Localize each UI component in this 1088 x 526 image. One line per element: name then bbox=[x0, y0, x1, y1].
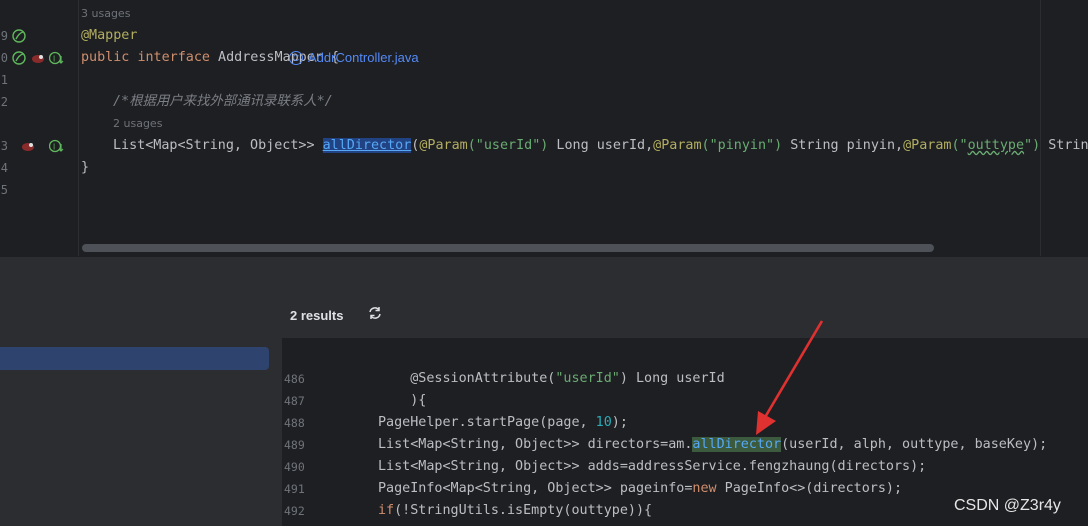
line-number: 1 bbox=[0, 73, 8, 87]
code-area[interactable]: 3 usages @Mapper public interface Addres… bbox=[81, 0, 1088, 256]
usages-tree[interactable] bbox=[0, 294, 283, 526]
refresh-icon[interactable] bbox=[366, 304, 384, 322]
line-number: 2 bbox=[0, 95, 8, 109]
annotation: @Param bbox=[903, 138, 952, 153]
result-code-line[interactable]: if(!StringUtils.isEmpty(outtype)){ bbox=[378, 500, 652, 522]
code-text: ) Long userId bbox=[619, 371, 725, 386]
string-literal: (" bbox=[951, 138, 968, 153]
code-line: } bbox=[81, 157, 89, 179]
typo-string-literal: outtype bbox=[967, 138, 1025, 153]
result-line-number: 490 bbox=[284, 460, 305, 474]
code-text: (!StringUtils.isEmpty(outtype)){ bbox=[394, 503, 653, 518]
code-text: PageInfo<>(directors); bbox=[716, 481, 903, 496]
result-code-line[interactable]: PageHelper.startPage(page, 10); bbox=[378, 412, 628, 434]
method-name-highlighted[interactable]: allDirector bbox=[322, 138, 412, 153]
keyword: interface bbox=[137, 50, 210, 65]
annotation: @Mapper bbox=[81, 28, 138, 43]
result-file-name[interactable]: AddrController.java bbox=[308, 50, 419, 65]
implemented-icon[interactable]: I bbox=[49, 51, 65, 65]
closing-brace: } bbox=[81, 160, 90, 175]
mybatis-bird-icon[interactable] bbox=[20, 140, 36, 152]
line-number: 3 bbox=[0, 139, 8, 153]
result-code-line[interactable]: @SessionAttribute("userId") Long userId bbox=[378, 368, 725, 390]
code-text: List<Map<String, Object>> directors=am. bbox=[378, 437, 693, 452]
code-text: PageHelper.startPage(page, bbox=[378, 415, 596, 430]
result-line-number: 487 bbox=[284, 394, 305, 408]
red-arrow-annotation bbox=[756, 320, 824, 435]
result-code-line[interactable]: List<Map<String, Object>> adds=addressSe… bbox=[378, 456, 926, 478]
result-code-line[interactable]: PageInfo<Map<String, Object>> pageinfo=n… bbox=[378, 478, 902, 500]
line-number: 0 bbox=[0, 51, 8, 65]
keyword: if bbox=[378, 503, 395, 518]
selected-tree-row[interactable] bbox=[0, 347, 269, 370]
string-literal: ("pinyin") bbox=[701, 138, 783, 153]
number-literal: 10 bbox=[595, 415, 612, 430]
param: Long userId, bbox=[548, 138, 654, 153]
code-text: ); bbox=[611, 415, 628, 430]
implemented-icon[interactable]: I bbox=[49, 139, 65, 153]
param: String pinyin, bbox=[782, 138, 904, 153]
usages-hint[interactable]: 3 usages bbox=[81, 6, 130, 22]
result-line-number: 491 bbox=[284, 482, 305, 496]
results-header: 2 results bbox=[282, 294, 1088, 338]
keyword: public bbox=[81, 50, 130, 65]
result-line-number: 486 bbox=[284, 372, 305, 386]
line-number: 5 bbox=[0, 183, 8, 197]
tool-window-divider[interactable] bbox=[0, 256, 1088, 295]
right-margin-guide bbox=[1040, 0, 1041, 256]
spring-leaf-icon[interactable] bbox=[12, 51, 26, 65]
string-literal: ("userId") bbox=[467, 138, 549, 153]
usages-hint[interactable]: 2 usages bbox=[113, 116, 162, 132]
svg-text:I: I bbox=[53, 143, 55, 152]
method-declaration: List<Map<String, Object>> allDirector(@P… bbox=[113, 135, 1088, 157]
watermark: CSDN @Z3r4y bbox=[954, 497, 1061, 514]
code-editor[interactable]: 9 0 1 2 3 4 5 I I 3 usages @Mapper publi… bbox=[0, 0, 1088, 256]
line-number: 4 bbox=[0, 161, 8, 175]
result-code-line[interactable]: ){ bbox=[378, 390, 426, 412]
line-gutter: 9 0 1 2 3 4 5 I I bbox=[0, 0, 79, 256]
horizontal-scrollbar[interactable] bbox=[82, 244, 934, 252]
code-line: @Mapper bbox=[81, 25, 137, 47]
line-number: 9 bbox=[0, 29, 8, 43]
keyword: new bbox=[692, 481, 717, 496]
string-literal: "userId" bbox=[555, 371, 620, 386]
return-type: List<Map<String, Object>> bbox=[113, 138, 323, 153]
result-code-line[interactable]: List<Map<String, Object>> directors=am.a… bbox=[378, 434, 1047, 456]
string-literal: ") bbox=[1024, 138, 1041, 153]
class-file-icon: C bbox=[289, 51, 303, 65]
param: String bbox=[1048, 138, 1088, 153]
code-text: PageInfo<Map<String, Object>> pageinfo= bbox=[378, 481, 693, 496]
code-text: @SessionAttribute( bbox=[378, 371, 556, 386]
comment-text: /*根据用户来找外部通讯录联系人*/ bbox=[113, 94, 333, 109]
annotation: @Param bbox=[419, 138, 468, 153]
result-file-row[interactable]: C AddrController.java bbox=[282, 48, 1088, 70]
code-comment: /*根据用户来找外部通讯录联系人*/ bbox=[113, 91, 333, 113]
result-line-number: 488 bbox=[284, 416, 305, 430]
spring-leaf-icon[interactable] bbox=[12, 29, 26, 43]
svg-text:I: I bbox=[53, 55, 55, 64]
result-line-number: 492 bbox=[284, 504, 305, 518]
results-count: 2 results bbox=[290, 308, 344, 323]
mybatis-bird-icon[interactable] bbox=[30, 52, 46, 64]
annotation: @Param bbox=[653, 138, 702, 153]
result-line-number: 489 bbox=[284, 438, 305, 452]
